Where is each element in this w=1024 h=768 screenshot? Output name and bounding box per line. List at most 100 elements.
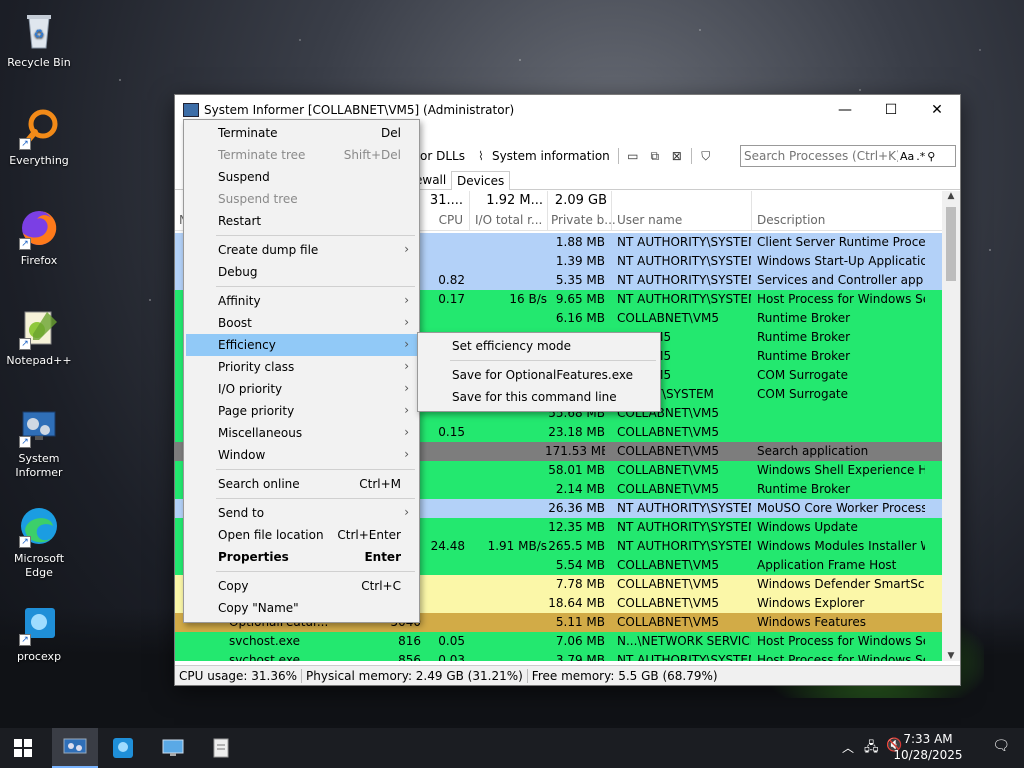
search-processes-input[interactable] bbox=[744, 149, 898, 163]
menu-item-shortcut: Ctrl+M bbox=[359, 477, 401, 491]
recycle-bin-icon: ♻ bbox=[17, 8, 61, 52]
menu-item-properties[interactable]: Properties Enter bbox=[186, 546, 417, 568]
process-row[interactable]: svchost.exe 816 0.05 7.06 MB N...\NETWORK SE… bbox=[175, 632, 942, 651]
menu-item-page-priority[interactable]: Page priority › bbox=[186, 400, 417, 422]
shield-icon[interactable]: ⛉ bbox=[695, 149, 717, 164]
chevron-right-icon: › bbox=[404, 505, 409, 519]
menu-item-debug[interactable]: Debug bbox=[186, 261, 417, 283]
menu-item-label: Priority class bbox=[218, 360, 295, 374]
menu-item-window[interactable]: Window › bbox=[186, 444, 417, 466]
toolbar-separator bbox=[690, 148, 692, 164]
description-cell: Host Process for Windows Ser... bbox=[757, 292, 925, 306]
user-name-cell: COLLABNET\VM5 bbox=[617, 596, 720, 610]
window-target-icon[interactable]: ⧉ bbox=[644, 149, 666, 164]
network-icon[interactable]: 🖧 bbox=[864, 738, 879, 760]
menu-item-label: Properties bbox=[218, 550, 289, 564]
taskbar-system-informer[interactable] bbox=[52, 728, 98, 768]
scroll-down-icon[interactable]: ▼ bbox=[942, 651, 960, 661]
user-name-cell: COLLABNET\VM5 bbox=[617, 444, 720, 458]
menu-item-label: Debug bbox=[218, 265, 258, 279]
close-button[interactable]: ✕ bbox=[914, 95, 960, 125]
user-name-cell: NT AUTHORITY\SYSTEM bbox=[617, 254, 751, 268]
menu-item-affinity[interactable]: Affinity › bbox=[186, 290, 417, 312]
desktop-icon-everything[interactable]: ↗ Everything bbox=[2, 106, 76, 168]
search-icon[interactable]: ⚲ bbox=[927, 150, 935, 163]
submenu-item-save-for-optionalfeatures-exe[interactable]: Save for OptionalFeatures.exe bbox=[420, 364, 658, 386]
case-sensitive-toggle[interactable]: Aa bbox=[900, 150, 914, 163]
firefox-icon: ↗ bbox=[17, 206, 61, 250]
menu-item-label: Open file location bbox=[218, 528, 324, 542]
clock[interactable]: 7:33 AM 10/28/2025 bbox=[888, 731, 968, 763]
search-box[interactable]: Aa .* ⚲ bbox=[740, 145, 956, 167]
desktop-icon-edge[interactable]: ↗ Microsoft Edge bbox=[2, 504, 76, 580]
user-name-cell: NT AUTHORITY\SYSTEM bbox=[617, 273, 751, 287]
menu-item-priority-class[interactable]: Priority class › bbox=[186, 356, 417, 378]
menu-item-i-o-priority[interactable]: I/O priority › bbox=[186, 378, 417, 400]
tab-firewall[interactable]: ewall bbox=[415, 171, 451, 190]
taskbar-notepad[interactable] bbox=[198, 728, 244, 768]
system-information-button[interactable]: System information bbox=[492, 149, 615, 163]
menu-item-boost[interactable]: Boost › bbox=[186, 312, 417, 334]
menu-item-search-online[interactable]: Search online Ctrl+M bbox=[186, 473, 417, 495]
start-icon bbox=[14, 739, 32, 757]
menu-item-send-to[interactable]: Send to › bbox=[186, 502, 417, 524]
desktop-icon-label: Firefox bbox=[20, 254, 58, 267]
desktop-icon-recycle-bin[interactable]: ♻ Recycle Bin bbox=[2, 8, 76, 70]
header-total: 31.... bbox=[429, 193, 463, 208]
chevron-up-icon[interactable]: ︿ bbox=[842, 739, 854, 756]
tab-devices[interactable]: Devices bbox=[451, 171, 511, 190]
menu-item-terminate[interactable]: Terminate Del bbox=[186, 122, 417, 144]
scrollbar-thumb[interactable] bbox=[946, 207, 956, 281]
user-name-cell: COLLABNET\VM5 bbox=[617, 615, 720, 629]
notification-icon[interactable]: 🗨 bbox=[992, 738, 1010, 754]
menu-item-suspend-tree[interactable]: Suspend tree bbox=[186, 188, 417, 210]
menu-item-copy[interactable]: Copy Ctrl+C bbox=[186, 575, 417, 597]
menu-item-shortcut: Del bbox=[381, 126, 401, 140]
cpu-cell: 0.05 bbox=[438, 634, 465, 648]
menu-item-open-file-location[interactable]: Open file location Ctrl+Enter bbox=[186, 524, 417, 546]
taskbar-procexp[interactable] bbox=[100, 728, 146, 768]
menu-item-terminate-tree[interactable]: Terminate tree Shift+Del bbox=[186, 144, 417, 166]
header-label: Description bbox=[757, 213, 826, 227]
menu-item-restart[interactable]: Restart bbox=[186, 210, 417, 232]
cpu-cell: 24.48 bbox=[430, 539, 465, 553]
process-context-menu: Terminate Del Terminate tree Shift+Del Suspe… bbox=[183, 119, 420, 623]
start-button[interactable] bbox=[0, 728, 46, 768]
menu-item-miscellaneous[interactable]: Miscellaneous › bbox=[186, 422, 417, 444]
submenu-item-save-for-this-command-line[interactable]: Save for this command line bbox=[420, 386, 658, 408]
column-divider bbox=[547, 191, 548, 231]
submenu-item-set-efficiency-mode[interactable]: Set efficiency mode bbox=[420, 335, 658, 357]
window-icon[interactable]: ▭ bbox=[622, 149, 644, 163]
column-divider bbox=[751, 191, 752, 231]
vertical-scrollbar[interactable]: ▲ ▼ bbox=[942, 191, 960, 661]
desktop-icon-procexp[interactable]: ↗ procexp bbox=[2, 602, 76, 664]
process-row[interactable]: svchost.exe 856 0.03 3.79 MB NT AUTHORITY\SY… bbox=[175, 651, 942, 661]
menu-item-efficiency[interactable]: Efficiency › bbox=[186, 334, 417, 356]
system-informer-icon bbox=[63, 738, 87, 754]
user-name-cell: NT AUTHORITY\SYSTEM bbox=[617, 235, 751, 249]
private-bytes-cell: 9.65 MB bbox=[555, 292, 605, 306]
minimize-button[interactable]: — bbox=[822, 95, 868, 125]
menu-item-create-dump-file[interactable]: Create dump file › bbox=[186, 239, 417, 261]
find-handles-dlls-button[interactable]: or DLLs bbox=[415, 149, 470, 163]
chevron-right-icon: › bbox=[404, 403, 409, 417]
desktop-icon-label: System Informer bbox=[15, 452, 63, 479]
menu-item-suspend[interactable]: Suspend bbox=[186, 166, 417, 188]
maximize-button[interactable]: ☐ bbox=[868, 95, 914, 125]
close-window-icon[interactable]: ⊠ bbox=[666, 149, 688, 163]
cpu-cell: 0.82 bbox=[438, 273, 465, 287]
desktop-icon-system-informer[interactable]: ↗ System Informer bbox=[2, 404, 76, 480]
desktop-icon-label: Recycle Bin bbox=[7, 56, 71, 69]
header-label: I/O total r... bbox=[475, 213, 543, 227]
description-cell: Runtime Broker bbox=[757, 330, 851, 344]
procexp-icon bbox=[113, 738, 133, 758]
scroll-up-icon[interactable]: ▲ bbox=[942, 191, 960, 201]
menu-item-label: I/O priority bbox=[218, 382, 283, 396]
regex-toggle[interactable]: .* bbox=[916, 150, 925, 163]
desktop-icon-notepadpp[interactable]: ↗ Notepad++ bbox=[2, 306, 76, 368]
svg-text:♻: ♻ bbox=[34, 27, 45, 41]
menu-item-copy-name[interactable]: Copy "Name" bbox=[186, 597, 417, 619]
menu-separator bbox=[216, 571, 415, 572]
taskbar-remote-desktop[interactable] bbox=[150, 728, 196, 768]
desktop-icon-firefox[interactable]: ↗ Firefox bbox=[2, 206, 76, 268]
